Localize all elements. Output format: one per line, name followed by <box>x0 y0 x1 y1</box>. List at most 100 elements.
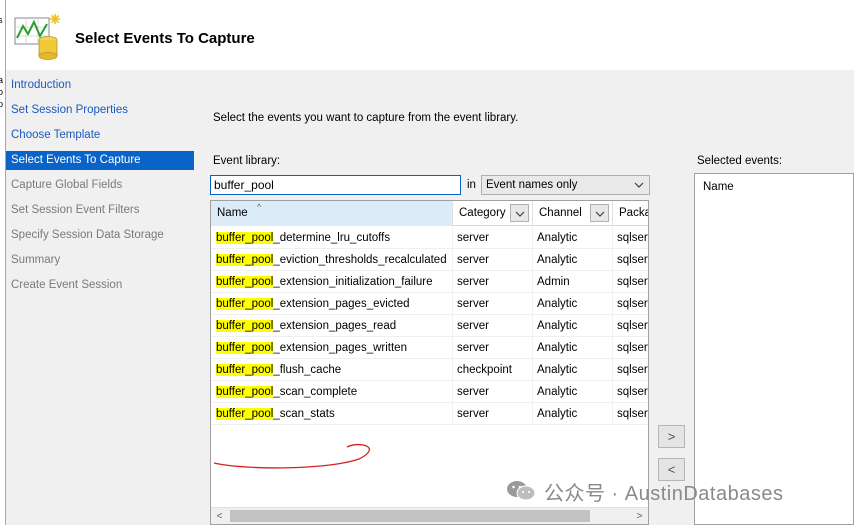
event-name-suffix: _eviction_thresholds_recalculated <box>273 254 447 266</box>
sidebar-item-introduction[interactable]: Introduction <box>6 76 194 95</box>
table-row[interactable]: buffer_pool_scan_stats server Analytic sqls… <box>211 403 648 425</box>
clipped-edge-char: a <box>0 74 5 86</box>
watermark-text: 公众号 · AustinDatabases <box>544 482 784 505</box>
red-underline-annotation <box>213 443 370 469</box>
sidebar-item-set-session-properties[interactable]: Set Session Properties <box>6 101 194 120</box>
sidebar-item-capture-global-fields: Capture Global Fields <box>11 179 123 191</box>
event-name-suffix: _scan_complete <box>273 386 358 398</box>
event-name-cell: buffer_pool_extension_pages_read <box>211 315 453 337</box>
search-highlight: buffer_pool <box>216 386 274 398</box>
wizard-header: Select Events To Capture <box>6 0 854 70</box>
column-header-name[interactable]: ^ Name <box>211 201 453 226</box>
category-cell: server <box>453 227 533 249</box>
table-row[interactable]: buffer_pool_extension_pages_read server An… <box>211 315 648 337</box>
search-highlight: buffer_pool <box>216 320 274 332</box>
event-name-suffix: _scan_stats <box>273 408 335 420</box>
watermark: 公众号 · AustinDatabases <box>506 476 783 506</box>
event-name-cell: buffer_pool_extension_initialization_fai… <box>211 271 453 293</box>
package-cell: sqlserv <box>617 364 648 376</box>
package-cell: sqlserv <box>617 386 648 398</box>
channel-cell: Analytic <box>533 403 613 425</box>
channel-cell: Analytic <box>533 381 613 403</box>
search-highlight: buffer_pool <box>216 276 274 288</box>
selected-events-label: Selected events: <box>697 155 783 167</box>
scroll-left-button[interactable]: < <box>211 508 228 524</box>
sidebar-item-select-events-to-capture[interactable]: Select Events To Capture <box>6 151 194 170</box>
category-cell: server <box>453 381 533 403</box>
table-row[interactable]: buffer_pool_extension_pages_evicted serve… <box>211 293 648 315</box>
page-title: Select Events To Capture <box>75 30 255 47</box>
event-name-cell: buffer_pool_determine_lru_cutoffs <box>211 227 453 249</box>
in-label: in <box>467 179 476 191</box>
sort-ascending-icon: ^ <box>257 202 262 212</box>
category-cell: server <box>453 271 533 293</box>
search-scope-dropdown[interactable]: Event names only <box>481 175 650 195</box>
column-header-package[interactable]: Packa <box>613 201 648 226</box>
chevron-down-icon <box>595 211 605 217</box>
category-cell: server <box>453 293 533 315</box>
horizontal-scrollbar[interactable]: < > <box>211 507 648 524</box>
table-row[interactable]: buffer_pool_eviction_thresholds_recalcul… <box>211 249 648 271</box>
event-name-cell: buffer_pool_extension_pages_written <box>211 337 453 359</box>
add-event-button[interactable]: > <box>658 425 685 448</box>
sidebar-item-summary: Summary <box>11 254 61 266</box>
event-name-cell: buffer_pool_scan_stats <box>211 403 453 425</box>
channel-cell: Analytic <box>533 359 613 381</box>
channel-cell: Analytic <box>533 293 613 315</box>
event-name-suffix: _extension_initialization_failure <box>273 276 433 288</box>
event-name-suffix: _determine_lru_cutoffs <box>273 232 391 244</box>
clipped-edge-char: ] <box>0 50 5 62</box>
column-header-category[interactable]: Category <box>453 201 533 226</box>
search-highlight: buffer_pool <box>216 342 274 354</box>
search-scope-value: Event names only <box>486 179 578 191</box>
clipped-edge-char: p <box>0 98 5 110</box>
event-name-suffix: _extension_pages_evicted <box>273 298 410 310</box>
package-cell: sqlserv <box>617 408 648 420</box>
grid-header: ^ Name Category Channel Packa <box>211 201 648 226</box>
channel-cell: Analytic <box>533 337 613 359</box>
column-header-channel[interactable]: Channel <box>533 201 613 226</box>
selected-events-list[interactable]: Name <box>694 173 854 525</box>
table-row[interactable]: buffer_pool_scan_complete server Analytic s… <box>211 381 648 403</box>
search-highlight: buffer_pool <box>216 408 274 420</box>
column-header-name-label: Name <box>217 207 248 219</box>
event-name-cell: buffer_pool_flush_cache <box>211 359 453 381</box>
search-highlight: buffer_pool <box>216 298 274 310</box>
channel-cell: Analytic <box>533 249 613 271</box>
channel-cell: Analytic <box>533 315 613 337</box>
table-row[interactable]: buffer_pool_determine_lru_cutoffs server A… <box>211 227 648 249</box>
package-cell: sqlserv <box>617 342 648 354</box>
channel-cell: Admin <box>533 271 613 293</box>
category-cell: server <box>453 249 533 271</box>
category-cell: checkpoint <box>453 359 533 381</box>
table-row[interactable]: buffer_pool_flush_cache checkpoint Analyti… <box>211 359 648 381</box>
scrollbar-thumb[interactable] <box>230 510 590 522</box>
sidebar-item-set-session-event-filters: Set Session Event Filters <box>11 204 140 216</box>
event-name-cell: buffer_pool_eviction_thresholds_recalcul… <box>211 249 453 271</box>
channel-cell: Analytic <box>533 227 613 249</box>
instruction-text: Select the events you want to capture fr… <box>213 112 519 124</box>
sidebar-item-choose-template[interactable]: Choose Template <box>6 126 194 145</box>
search-highlight: buffer_pool <box>216 254 274 266</box>
package-cell: sqlserv <box>617 320 648 332</box>
wechat-icon <box>507 481 536 501</box>
category-cell: server <box>453 403 533 425</box>
package-cell: sqlserv <box>617 254 648 266</box>
channel-filter-button[interactable] <box>590 204 609 222</box>
chevron-down-icon <box>634 182 644 188</box>
table-row[interactable]: buffer_pool_extension_pages_written serve… <box>211 337 648 359</box>
clipped-edge-char: ] <box>0 38 5 50</box>
package-cell: sqlserv <box>617 232 648 244</box>
search-highlight: buffer_pool <box>216 364 274 376</box>
scroll-right-button[interactable]: > <box>631 508 648 524</box>
sidebar-item-specify-session-data-storage: Specify Session Data Storage <box>11 229 164 241</box>
category-filter-button[interactable] <box>510 204 529 222</box>
clipped-edge-char: ] <box>0 26 5 38</box>
table-row[interactable]: buffer_pool_extension_initialization_fai… <box>211 271 648 293</box>
event-search-input[interactable] <box>210 175 461 195</box>
package-cell: sqlserv <box>617 298 648 310</box>
column-header-channel-label: Channel <box>539 207 582 219</box>
clipped-edge-char: s <box>0 14 5 26</box>
event-name-cell: buffer_pool_extension_pages_evicted <box>211 293 453 315</box>
category-cell: server <box>453 315 533 337</box>
